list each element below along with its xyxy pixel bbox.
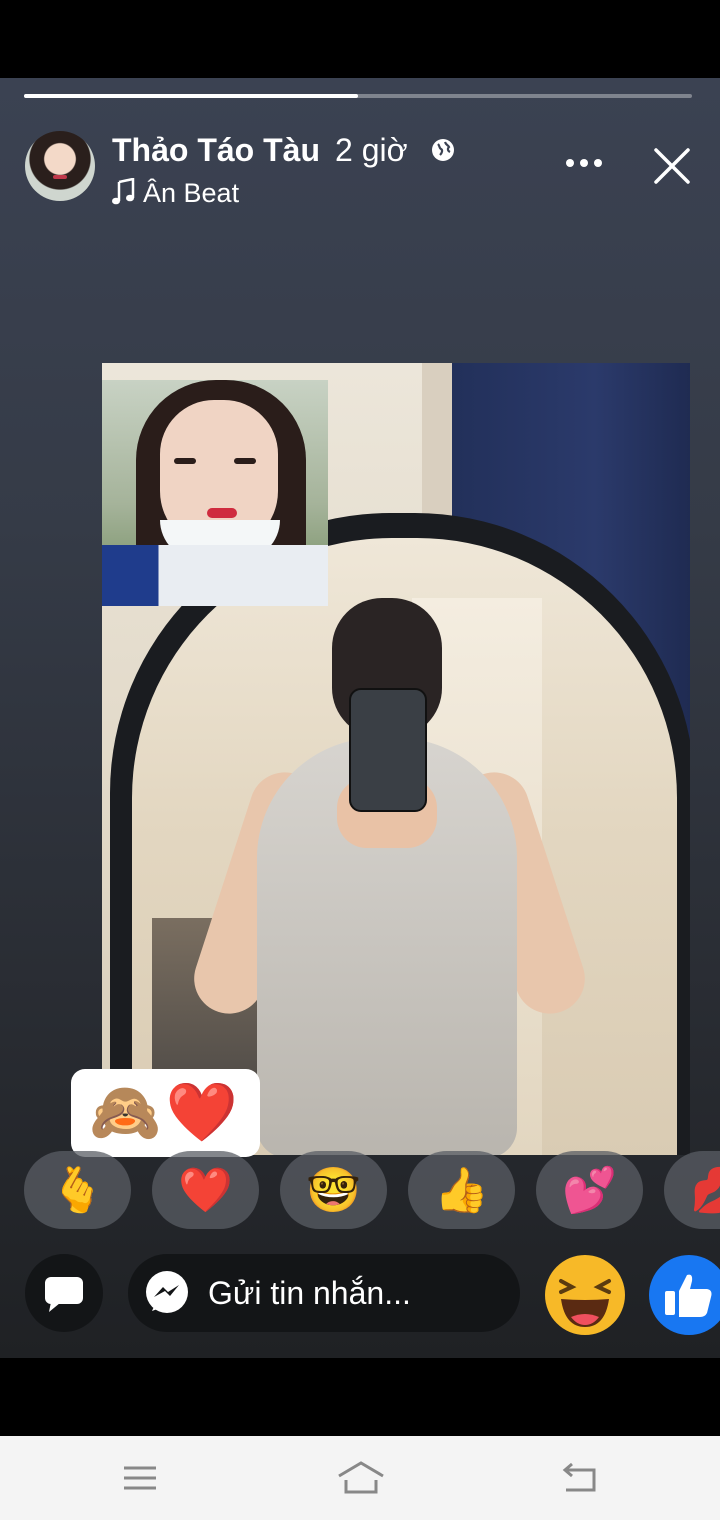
system-navigation-bar <box>0 1436 720 1520</box>
reaction-emoji: 🤓 <box>306 1166 361 1215</box>
reaction-sticker-love[interactable]: 💕 <box>536 1151 643 1229</box>
message-input[interactable]: Gửi tin nhắn... <box>128 1254 520 1332</box>
reaction-kiss[interactable]: 💋 <box>664 1151 720 1229</box>
reaction-emoji: 💕 <box>562 1166 617 1215</box>
story-progress-bar <box>24 94 692 98</box>
back-icon[interactable] <box>558 1458 602 1498</box>
close-icon[interactable] <box>650 144 694 188</box>
recent-apps-icon[interactable] <box>118 1458 162 1498</box>
reaction-heart[interactable]: ❤️ <box>152 1151 259 1229</box>
globe-icon <box>432 139 454 161</box>
messenger-icon <box>146 1271 188 1313</box>
author-avatar[interactable] <box>25 131 95 201</box>
reaction-sticker-nerd[interactable]: 🤓 <box>280 1151 387 1229</box>
reaction-emoji: ❤️ <box>178 1166 233 1215</box>
status-bar-area <box>0 0 720 78</box>
music-title[interactable]: Ân Beat <box>143 178 239 209</box>
home-icon[interactable] <box>336 1458 386 1498</box>
reaction-thumbs-up[interactable]: 👍 <box>408 1151 515 1229</box>
reaction-emoji: 👍 <box>434 1166 489 1215</box>
like-reaction-icon[interactable] <box>649 1255 720 1335</box>
story-inset-photo <box>102 380 328 606</box>
story-time: 2 giờ <box>335 132 408 168</box>
reaction-emoji: 🫰 <box>50 1166 105 1215</box>
more-options-icon[interactable] <box>562 148 606 178</box>
story-progress-fill <box>24 94 358 98</box>
chat-bubble-icon <box>45 1277 83 1312</box>
author-name[interactable]: Thảo Táo Tàu <box>112 132 320 169</box>
story-viewer[interactable]: Thảo Táo Tàu 2 giờ Ân Beat 🙈❤️ 🫰 ❤️ 🤓 👍 … <box>0 78 720 1358</box>
music-note-icon <box>112 178 135 205</box>
reaction-emoji: 💋 <box>690 1166 720 1215</box>
heart-emoji: ❤️ <box>165 1080 242 1145</box>
monkey-emoji: 🙈 <box>89 1080 166 1145</box>
chat-bubble-button[interactable] <box>25 1254 103 1332</box>
message-placeholder: Gửi tin nhắn... <box>208 1275 411 1311</box>
reaction-heart-hands[interactable]: 🫰 <box>24 1151 131 1229</box>
emoji-sticker: 🙈❤️ <box>71 1069 260 1157</box>
haha-reaction-icon[interactable] <box>545 1255 625 1335</box>
